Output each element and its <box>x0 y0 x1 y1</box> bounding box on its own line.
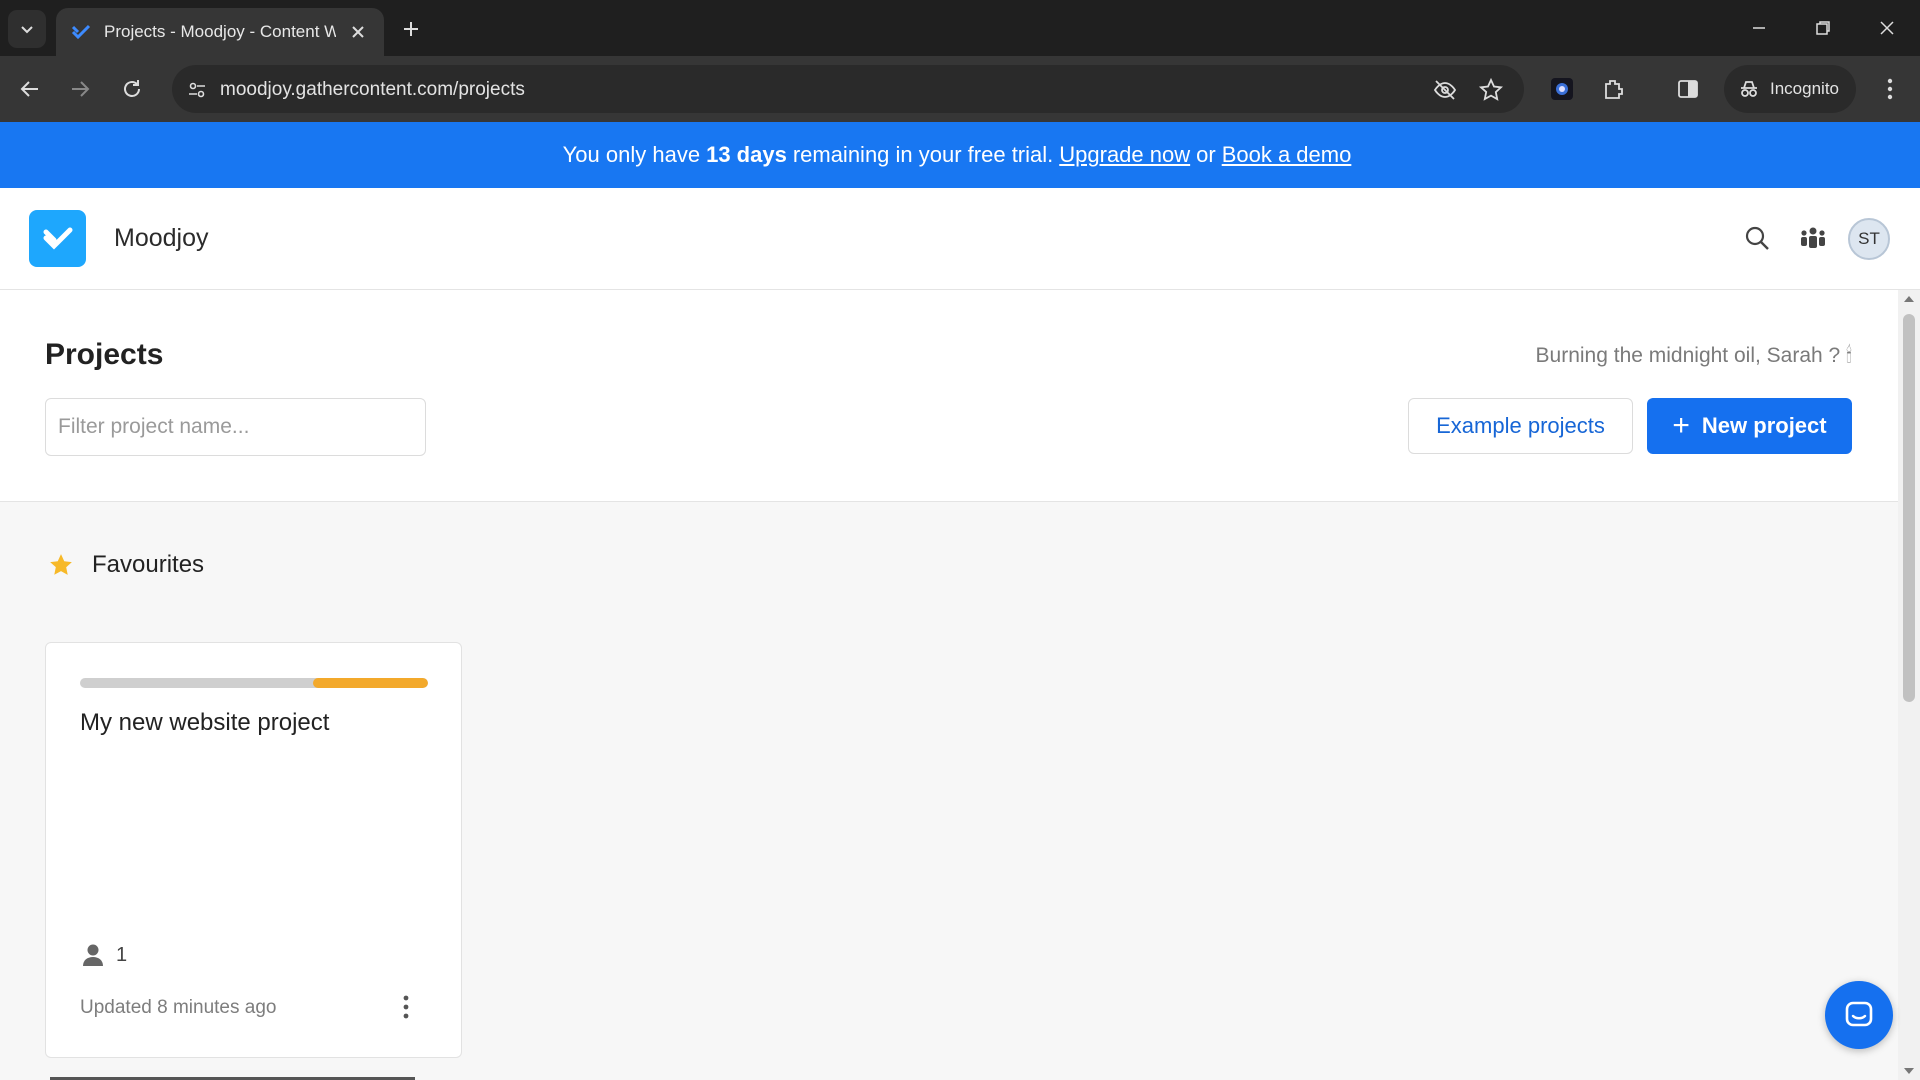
chat-launcher-button[interactable] <box>1825 981 1893 1049</box>
banner-middle: remaining in your free trial. <box>792 142 1054 167</box>
close-window-icon[interactable] <box>1870 12 1904 44</box>
projects-panel: Projects Burning the midnight oil, Sarah… <box>0 290 1898 502</box>
scroll-down-arrow-icon[interactable] <box>1904 1068 1914 1074</box>
browser-menu-icon[interactable] <box>1874 73 1906 105</box>
page-title: Projects <box>45 338 164 371</box>
browser-toolbar: moodjoy.gathercontent.com/projects Incog… <box>0 56 1920 122</box>
browser-tab-bar: Projects - Moodjoy - Content W <box>0 0 1920 56</box>
moodjoy-favicon-icon <box>71 24 91 40</box>
upgrade-now-link[interactable]: Upgrade now <box>1059 142 1190 168</box>
bookmark-star-icon[interactable] <box>1478 77 1504 103</box>
scroll-thumb[interactable] <box>1903 314 1915 702</box>
banner-or: or <box>1196 142 1216 167</box>
tab-title: Projects - Moodjoy - Content W <box>104 22 336 41</box>
filter-project-input[interactable] <box>45 398 426 456</box>
new-tab-plus-icon[interactable] <box>396 14 426 44</box>
avatar[interactable]: ST <box>1848 218 1890 260</box>
new-project-label: New project <box>1701 413 1827 438</box>
trial-banner: You only have 13 days remaining in your … <box>0 122 1920 188</box>
search-icon[interactable] <box>1739 220 1775 256</box>
url-text: moodjoy.gathercontent.com/projects <box>220 79 525 100</box>
tab-search-button[interactable] <box>8 10 46 48</box>
member-count: 1 <box>116 943 128 966</box>
project-updated-text: Updated 8 minutes ago <box>80 997 277 1018</box>
workspace-name[interactable]: Moodjoy <box>114 224 209 253</box>
project-card[interactable]: My new website project 1 Updated 8 minut… <box>45 642 462 1058</box>
favourites-heading: Favourites <box>48 551 204 579</box>
project-progress-fill <box>313 678 428 688</box>
kebab-menu-icon[interactable] <box>396 991 416 1023</box>
project-card-title[interactable]: My new website project <box>80 709 329 737</box>
scroll-up-arrow-icon[interactable] <box>1904 296 1914 302</box>
chat-icon <box>1845 1001 1873 1027</box>
incognito-label: Incognito <box>1770 79 1839 98</box>
team-icon[interactable] <box>1795 220 1831 256</box>
restore-icon[interactable] <box>1806 12 1840 44</box>
forward-arrow-icon[interactable] <box>62 71 98 107</box>
plus-icon: + <box>1672 409 1690 442</box>
reload-icon[interactable] <box>114 71 150 107</box>
page-scrollbar[interactable] <box>1898 290 1920 1080</box>
back-arrow-icon[interactable] <box>12 71 48 107</box>
app-header: Moodjoy ST <box>0 188 1920 290</box>
eye-off-icon[interactable] <box>1432 77 1458 103</box>
extension-icon[interactable] <box>1546 73 1578 105</box>
banner-days: 13 days <box>706 142 787 167</box>
chevron-down-icon <box>21 26 33 34</box>
new-project-button[interactable]: + New project <box>1647 398 1852 454</box>
user-icon <box>83 944 103 966</box>
example-projects-button[interactable]: Example projects <box>1408 398 1633 454</box>
banner-prefix: You only have <box>562 142 701 167</box>
tab-close-icon[interactable] <box>346 20 370 44</box>
incognito-badge[interactable]: Incognito <box>1724 65 1856 113</box>
minimize-icon[interactable] <box>1742 12 1776 44</box>
book-demo-link[interactable]: Book a demo <box>1222 142 1352 168</box>
favourites-label: Favourites <box>92 551 205 578</box>
moodjoy-logo-icon[interactable] <box>29 210 86 267</box>
browser-tab-active[interactable]: Projects - Moodjoy - Content W <box>56 8 384 56</box>
address-bar[interactable]: moodjoy.gathercontent.com/projects <box>172 65 1524 113</box>
site-settings-icon[interactable] <box>184 77 210 103</box>
side-panel-icon[interactable] <box>1672 73 1704 105</box>
puzzle-extensions-icon[interactable] <box>1598 73 1630 105</box>
member-count-row: 1 <box>82 943 127 967</box>
star-icon <box>50 554 72 575</box>
project-progress-bar <box>80 678 428 688</box>
greeting-text: Burning the midnight oil, Sarah ? 🕯 <box>1535 344 1852 367</box>
incognito-icon <box>1741 81 1757 97</box>
